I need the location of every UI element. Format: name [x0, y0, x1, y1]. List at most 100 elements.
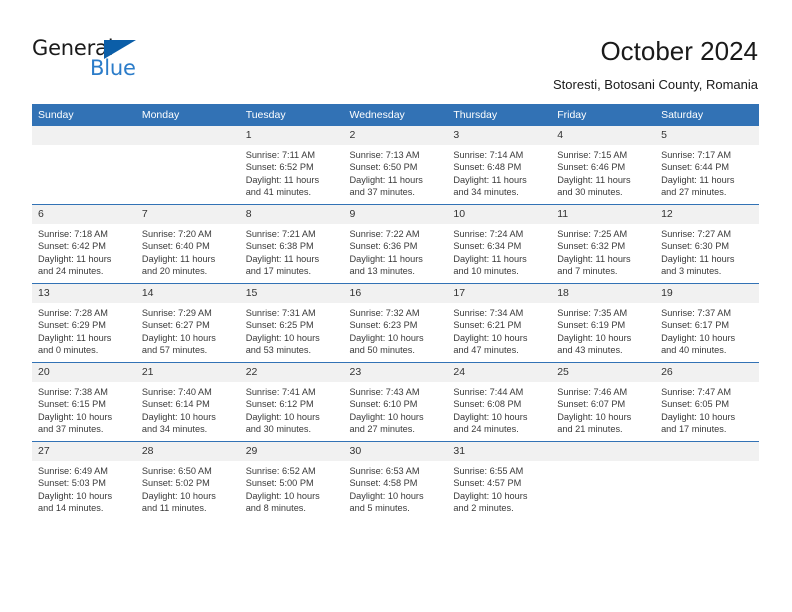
- calendar-day-cell[interactable]: 6 Sunrise: 7:18 AM Sunset: 6:42 PM Daylight…: [32, 204, 136, 284]
- calendar-day-cell[interactable]: 11 Sunrise: 7:25 AM Sunset: 6:32 PM Dayligh…: [551, 204, 656, 284]
- calendar-day-cell[interactable]: 4 Sunrise: 7:15 AM Sunset: 6:46 PM Daylight…: [551, 126, 656, 205]
- day-detail-sunrise: Sunrise: 7:28 AM: [38, 308, 108, 318]
- day-number: 30: [343, 442, 448, 461]
- day-detail-sunset: Sunset: 4:58 PM: [349, 478, 418, 489]
- calendar-day-cell[interactable]: 18 Sunrise: 7:35 AM Sunset: 6:19 PM Dayligh…: [551, 283, 656, 363]
- calendar-day-cell[interactable]: 21 Sunrise: 7:40 AM Sunset: 6:14 PM Dayligh…: [135, 362, 240, 442]
- day-detail-daylight-l2: and 17 minutes.: [661, 424, 727, 435]
- weekday-header-saturday: Saturday: [655, 104, 759, 126]
- calendar-day-cell[interactable]: 25 Sunrise: 7:46 AM Sunset: 6:07 PM Dayligh…: [551, 362, 656, 442]
- calendar-day-cell[interactable]: 5 Sunrise: 7:17 AM Sunset: 6:44 PM Daylight…: [655, 126, 759, 205]
- day-number: 15: [239, 284, 344, 303]
- calendar-day-cell[interactable]: 17 Sunrise: 7:34 AM Sunset: 6:21 PM Dayligh…: [447, 283, 552, 363]
- day-details: Sunrise: 7:15 AM Sunset: 6:46 PM Daylight:…: [551, 145, 655, 199]
- day-details: Sunrise: 6:50 AM Sunset: 5:02 PM Daylight:…: [136, 461, 240, 515]
- day-detail-sunset: Sunset: 6:21 PM: [453, 320, 522, 331]
- day-details: Sunrise: 7:13 AM Sunset: 6:50 PM Daylight:…: [344, 145, 448, 199]
- day-detail-sunrise: Sunrise: 6:50 AM: [141, 466, 212, 476]
- day-detail-daylight-l2: and 24 minutes.: [38, 266, 104, 277]
- calendar-day-cell[interactable]: 29 Sunrise: 6:52 AM Sunset: 5:00 PM Dayligh…: [239, 441, 344, 520]
- day-detail-daylight-l2: and 53 minutes.: [245, 345, 312, 356]
- day-number: [135, 126, 240, 145]
- calendar-day-cell[interactable]: 15 Sunrise: 7:31 AM Sunset: 6:25 PM Dayligh…: [239, 283, 344, 363]
- day-details: Sunrise: 7:25 AM Sunset: 6:32 PM Daylight:…: [551, 224, 655, 278]
- day-detail-daylight-l1: Daylight: 10 hours: [557, 411, 632, 422]
- day-number: 12: [655, 205, 759, 224]
- day-detail-daylight-l1: Daylight: 10 hours: [141, 332, 216, 343]
- calendar-day-cell[interactable]: 16 Sunrise: 7:32 AM Sunset: 6:23 PM Dayligh…: [343, 283, 448, 363]
- day-detail-sunrise: Sunrise: 7:44 AM: [453, 387, 524, 397]
- day-detail-daylight-l2: and 30 minutes.: [245, 424, 312, 435]
- day-number: 22: [239, 363, 344, 382]
- day-detail-daylight-l1: Daylight: 11 hours: [557, 174, 631, 185]
- calendar-day-cell[interactable]: 14 Sunrise: 7:29 AM Sunset: 6:27 PM Dayligh…: [135, 283, 240, 363]
- calendar-day-cell[interactable]: 24 Sunrise: 7:44 AM Sunset: 6:08 PM Dayligh…: [447, 362, 552, 442]
- day-number: 26: [655, 363, 759, 382]
- day-detail-daylight-l2: and 11 minutes.: [141, 503, 207, 514]
- day-detail-daylight-l1: Daylight: 10 hours: [453, 490, 528, 501]
- day-details: Sunrise: 7:17 AM Sunset: 6:44 PM Daylight:…: [655, 145, 759, 199]
- calendar-day-cell[interactable]: 13 Sunrise: 7:28 AM Sunset: 6:29 PM Dayligh…: [32, 283, 136, 363]
- calendar-day-cell[interactable]: 28 Sunrise: 6:50 AM Sunset: 5:02 PM Dayligh…: [135, 441, 240, 520]
- day-detail-sunset: Sunset: 6:23 PM: [349, 320, 418, 331]
- calendar-day-cell[interactable]: 20 Sunrise: 7:38 AM Sunset: 6:15 PM Dayligh…: [32, 362, 136, 442]
- day-details: Sunrise: 7:27 AM Sunset: 6:30 PM Daylight:…: [655, 224, 759, 278]
- calendar-body: 1 Sunrise: 7:11 AM Sunset: 6:52 PM Daylight…: [32, 126, 759, 520]
- calendar-day-cell[interactable]: 7 Sunrise: 7:20 AM Sunset: 6:40 PM Daylight…: [135, 204, 240, 284]
- day-number: [32, 126, 136, 145]
- calendar-day-cell[interactable]: 10 Sunrise: 7:24 AM Sunset: 6:34 PM Dayligh…: [447, 204, 552, 284]
- calendar-day-cell[interactable]: 1 Sunrise: 7:11 AM Sunset: 6:52 PM Daylight…: [239, 126, 344, 205]
- calendar-day-cell[interactable]: 8 Sunrise: 7:21 AM Sunset: 6:38 PM Daylight…: [239, 204, 344, 284]
- day-detail-sunset: Sunset: 6:19 PM: [557, 320, 626, 331]
- calendar-day-cell[interactable]: 2 Sunrise: 7:13 AM Sunset: 6:50 PM Daylight…: [343, 126, 448, 205]
- day-detail-daylight-l1: Daylight: 10 hours: [245, 411, 320, 422]
- day-detail-sunset: Sunset: 5:00 PM: [245, 478, 314, 489]
- day-detail-sunset: Sunset: 6:32 PM: [557, 241, 626, 252]
- day-detail-sunset: Sunset: 6:30 PM: [661, 241, 729, 252]
- day-detail-daylight-l1: Daylight: 11 hours: [453, 253, 527, 264]
- day-details: Sunrise: 7:11 AM Sunset: 6:52 PM Daylight:…: [240, 145, 344, 199]
- day-detail-sunset: Sunset: 6:05 PM: [661, 399, 729, 410]
- calendar-day-cell[interactable]: 12 Sunrise: 7:27 AM Sunset: 6:30 PM Dayligh…: [655, 204, 759, 284]
- calendar-day-cell[interactable]: 19 Sunrise: 7:37 AM Sunset: 6:17 PM Dayligh…: [655, 283, 759, 363]
- calendar-day-cell[interactable]: 23 Sunrise: 7:43 AM Sunset: 6:10 PM Dayligh…: [343, 362, 448, 442]
- day-detail-daylight-l1: Daylight: 10 hours: [141, 490, 216, 501]
- day-detail-sunrise: Sunrise: 7:34 AM: [453, 308, 524, 318]
- day-details: Sunrise: 7:46 AM Sunset: 6:07 PM Daylight:…: [551, 382, 655, 436]
- day-detail-sunset: Sunset: 6:36 PM: [349, 241, 418, 252]
- calendar-day-cell[interactable]: 9 Sunrise: 7:22 AM Sunset: 6:36 PM Daylight…: [343, 204, 448, 284]
- day-number: 2: [343, 126, 448, 145]
- day-detail-daylight-l1: Daylight: 11 hours: [38, 253, 112, 264]
- calendar-day-cell[interactable]: 27 Sunrise: 6:49 AM Sunset: 5:03 PM Dayligh…: [32, 441, 136, 520]
- weekday-header-monday: Monday: [135, 104, 240, 126]
- day-detail-daylight-l1: Daylight: 10 hours: [38, 490, 113, 501]
- day-detail-daylight-l1: Daylight: 11 hours: [349, 253, 423, 264]
- day-detail-sunrise: Sunrise: 7:41 AM: [245, 387, 316, 397]
- calendar-day-cell[interactable]: 3 Sunrise: 7:14 AM Sunset: 6:48 PM Daylight…: [447, 126, 552, 205]
- day-detail-sunrise: Sunrise: 7:32 AM: [349, 308, 420, 318]
- day-detail-daylight-l2: and 5 minutes.: [349, 503, 410, 514]
- day-details: Sunrise: 7:43 AM Sunset: 6:10 PM Daylight:…: [344, 382, 448, 436]
- day-detail-sunrise: Sunrise: 7:43 AM: [349, 387, 420, 397]
- day-detail-daylight-l1: Daylight: 11 hours: [38, 332, 112, 343]
- day-detail-sunset: Sunset: 6:25 PM: [245, 320, 314, 331]
- day-number: 1: [239, 126, 344, 145]
- calendar-week-row: 27 Sunrise: 6:49 AM Sunset: 5:03 PM Dayligh…: [32, 441, 759, 520]
- day-detail-sunset: Sunset: 6:42 PM: [38, 241, 106, 252]
- day-details: Sunrise: 7:14 AM Sunset: 6:48 PM Daylight:…: [447, 145, 551, 199]
- day-details: Sunrise: 7:37 AM Sunset: 6:17 PM Daylight:…: [655, 303, 759, 357]
- calendar-day-cell[interactable]: 31 Sunrise: 6:55 AM Sunset: 4:57 PM Dayligh…: [447, 441, 552, 520]
- calendar-table: Sunday Monday Tuesday Wednesday Thursday…: [32, 104, 759, 520]
- day-detail-daylight-l2: and 10 minutes.: [453, 266, 519, 277]
- day-details: Sunrise: 7:34 AM Sunset: 6:21 PM Daylight:…: [447, 303, 551, 357]
- calendar-day-cell[interactable]: 22 Sunrise: 7:41 AM Sunset: 6:12 PM Dayligh…: [239, 362, 344, 442]
- calendar-day-cell[interactable]: 30 Sunrise: 6:53 AM Sunset: 4:58 PM Dayligh…: [343, 441, 448, 520]
- day-details: Sunrise: 7:35 AM Sunset: 6:19 PM Daylight:…: [551, 303, 655, 357]
- weekday-header-wednesday: Wednesday: [343, 104, 448, 126]
- calendar-day-cell[interactable]: 26 Sunrise: 7:47 AM Sunset: 6:05 PM Dayligh…: [655, 362, 759, 442]
- day-number: 3: [447, 126, 552, 145]
- calendar-week-row: 6 Sunrise: 7:18 AM Sunset: 6:42 PM Daylight…: [32, 204, 759, 284]
- day-detail-sunset: Sunset: 6:08 PM: [453, 399, 522, 410]
- day-detail-sunrise: Sunrise: 7:40 AM: [141, 387, 212, 397]
- day-detail-daylight-l2: and 37 minutes.: [38, 424, 104, 435]
